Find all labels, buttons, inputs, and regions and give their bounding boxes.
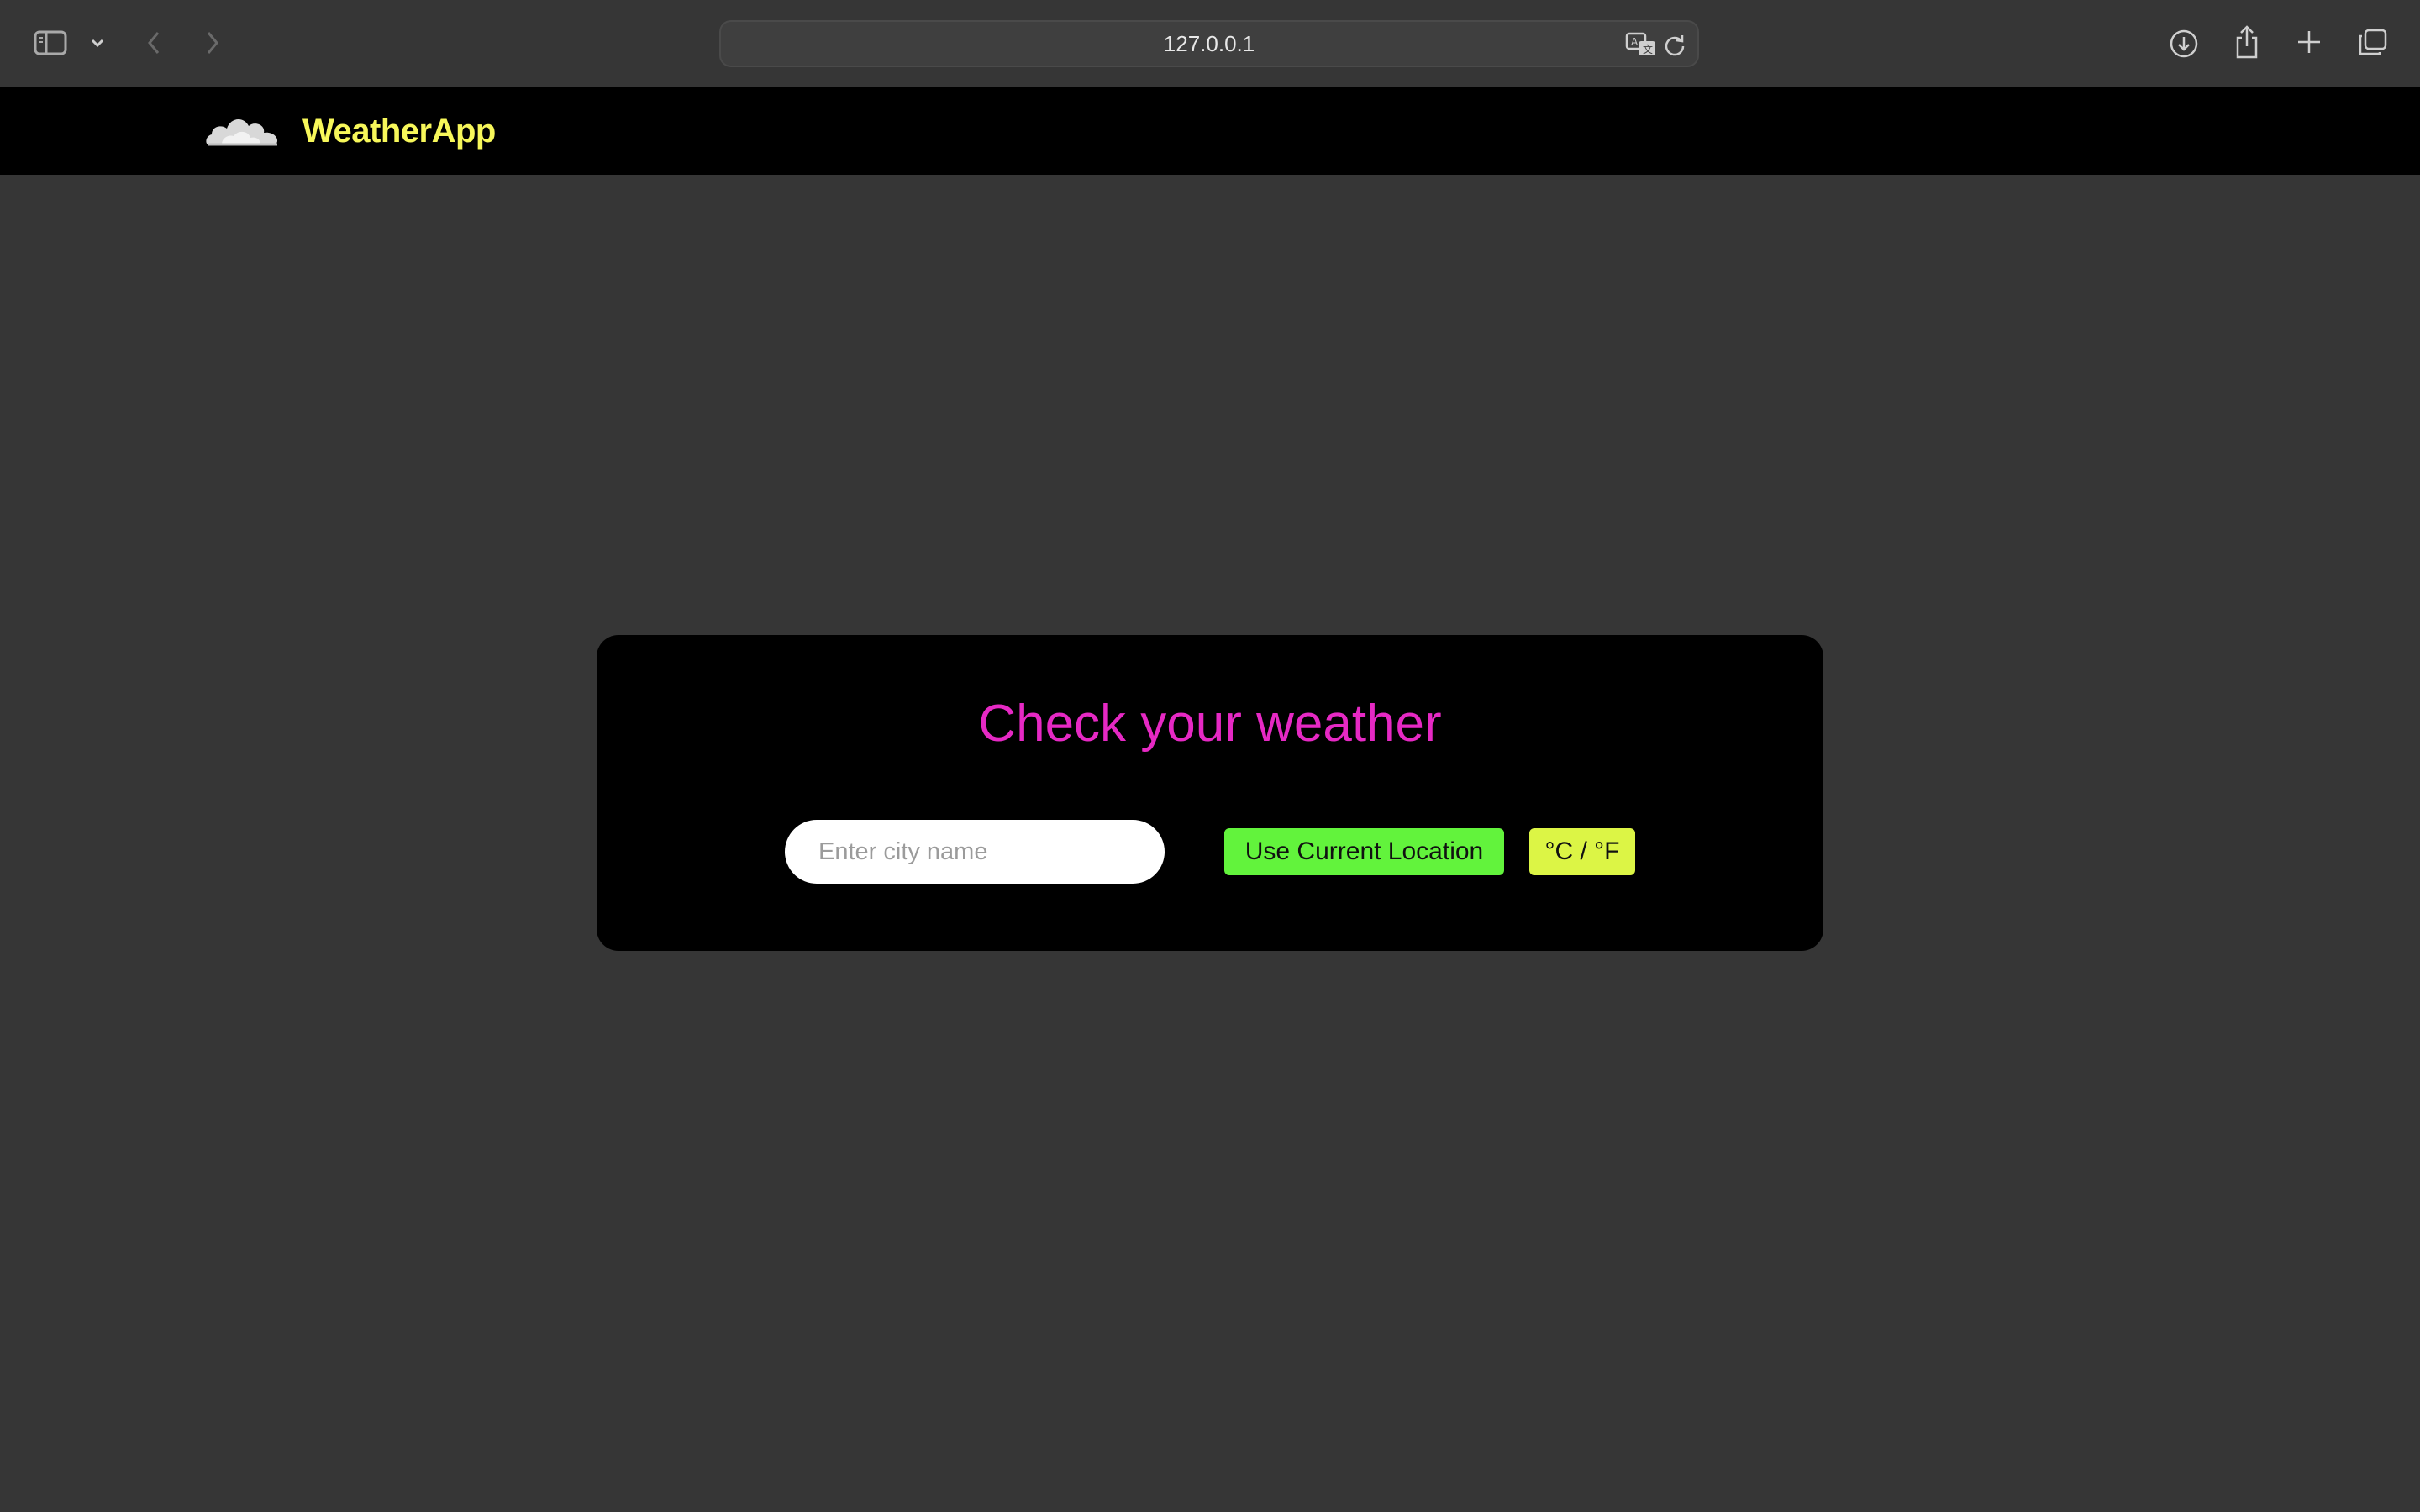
use-current-location-button[interactable]: Use Current Location [1224,828,1504,875]
brand-title[interactable]: WeatherApp [302,108,496,155]
chevron-left-icon[interactable] [143,27,165,59]
download-icon[interactable] [2167,27,2201,60]
weather-search-card [597,635,1823,951]
cloud-icon [203,106,284,150]
unit-toggle-button[interactable]: °C / °F [1529,828,1635,875]
sidebar-icon[interactable] [32,29,69,57]
city-search-input[interactable] [785,820,1165,884]
svg-text:文: 文 [1643,43,1653,55]
chevron-down-icon[interactable] [87,34,108,52]
address-bar[interactable]: 127.0.0.1 A文 [719,20,1699,67]
translate-icon[interactable]: A文 [1625,30,1657,59]
chevron-right-icon[interactable] [202,27,224,59]
reload-icon[interactable] [1662,32,1687,57]
card-title: Check your weather [978,695,1442,753]
share-icon[interactable] [2232,24,2262,60]
svg-text:A: A [1631,36,1639,48]
browser-toolbar: 127.0.0.1 A文 [0,0,2420,87]
tab-overview-icon[interactable] [2356,27,2390,59]
plus-icon[interactable] [2294,27,2324,57]
address-url[interactable]: 127.0.0.1 [721,22,1697,66]
